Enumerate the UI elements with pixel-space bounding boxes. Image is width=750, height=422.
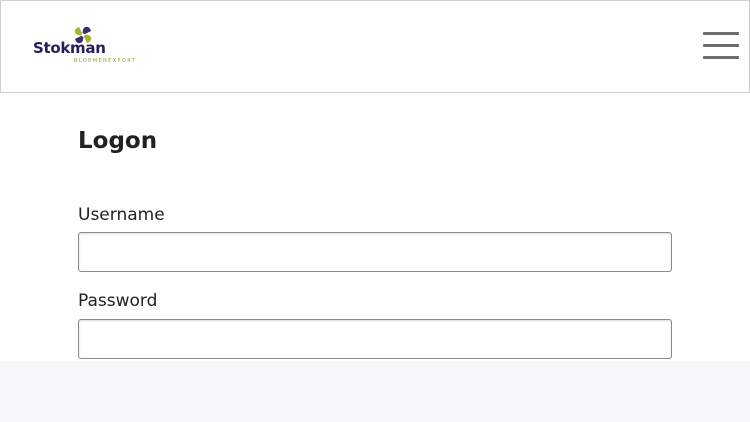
hamburger-menu-icon[interactable] — [701, 31, 741, 61]
menu-bar-line — [703, 32, 739, 35]
menu-bar-line — [703, 56, 739, 59]
logo-brand-name: Stokman — [33, 39, 106, 57]
username-input[interactable] — [78, 232, 672, 272]
password-input[interactable] — [78, 319, 672, 359]
logo-tagline: BLOEMENEXPORT — [74, 58, 137, 64]
username-label: Username — [78, 205, 165, 225]
stokman-logo[interactable]: Stokman BLOEMENEXPORT — [33, 25, 143, 69]
site-header: Stokman BLOEMENEXPORT — [0, 0, 750, 93]
menu-bar-line — [703, 44, 739, 47]
password-label: Password — [78, 291, 158, 311]
bottom-bar — [0, 361, 750, 422]
page-title: Logon — [78, 128, 158, 154]
